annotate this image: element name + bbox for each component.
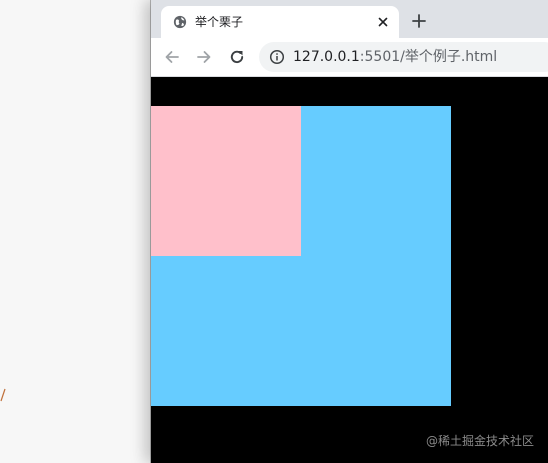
- url-text: 127.0.0.1:5501/举个例子.html: [293, 48, 497, 66]
- browser-window: 举个栗子 127.0.0.1:5501/举个例子.html @稀土掘金技术社区: [151, 0, 548, 463]
- outer-blue-box: [151, 106, 451, 406]
- tab-title: 举个栗子: [195, 15, 244, 29]
- browser-toolbar: 127.0.0.1:5501/举个例子.html: [151, 38, 548, 77]
- desktop-stroke-mark: [0, 388, 6, 402]
- reload-icon[interactable]: [228, 48, 246, 66]
- plus-icon[interactable]: [411, 13, 427, 29]
- watermark: @稀土掘金技术社区: [425, 434, 534, 448]
- screenshot-stage: 举个栗子 127.0.0.1:5501/举个例子.html @稀土掘金技术社区: [0, 0, 548, 463]
- url-path: :5501/举个例子.html: [359, 49, 498, 65]
- back-arrow-icon[interactable]: [163, 48, 181, 66]
- globe-icon: [173, 15, 187, 29]
- url-host: 127.0.0.1: [293, 49, 360, 65]
- inner-pink-box: [151, 106, 301, 256]
- tab-active[interactable]: 举个栗子: [161, 6, 399, 38]
- address-bar[interactable]: 127.0.0.1:5501/举个例子.html: [259, 42, 548, 72]
- tab-strip: 举个栗子: [151, 0, 548, 38]
- forward-arrow-icon[interactable]: [195, 48, 213, 66]
- close-icon[interactable]: [375, 14, 391, 30]
- info-icon[interactable]: [269, 49, 285, 65]
- page-viewport: @稀土掘金技术社区: [151, 77, 548, 463]
